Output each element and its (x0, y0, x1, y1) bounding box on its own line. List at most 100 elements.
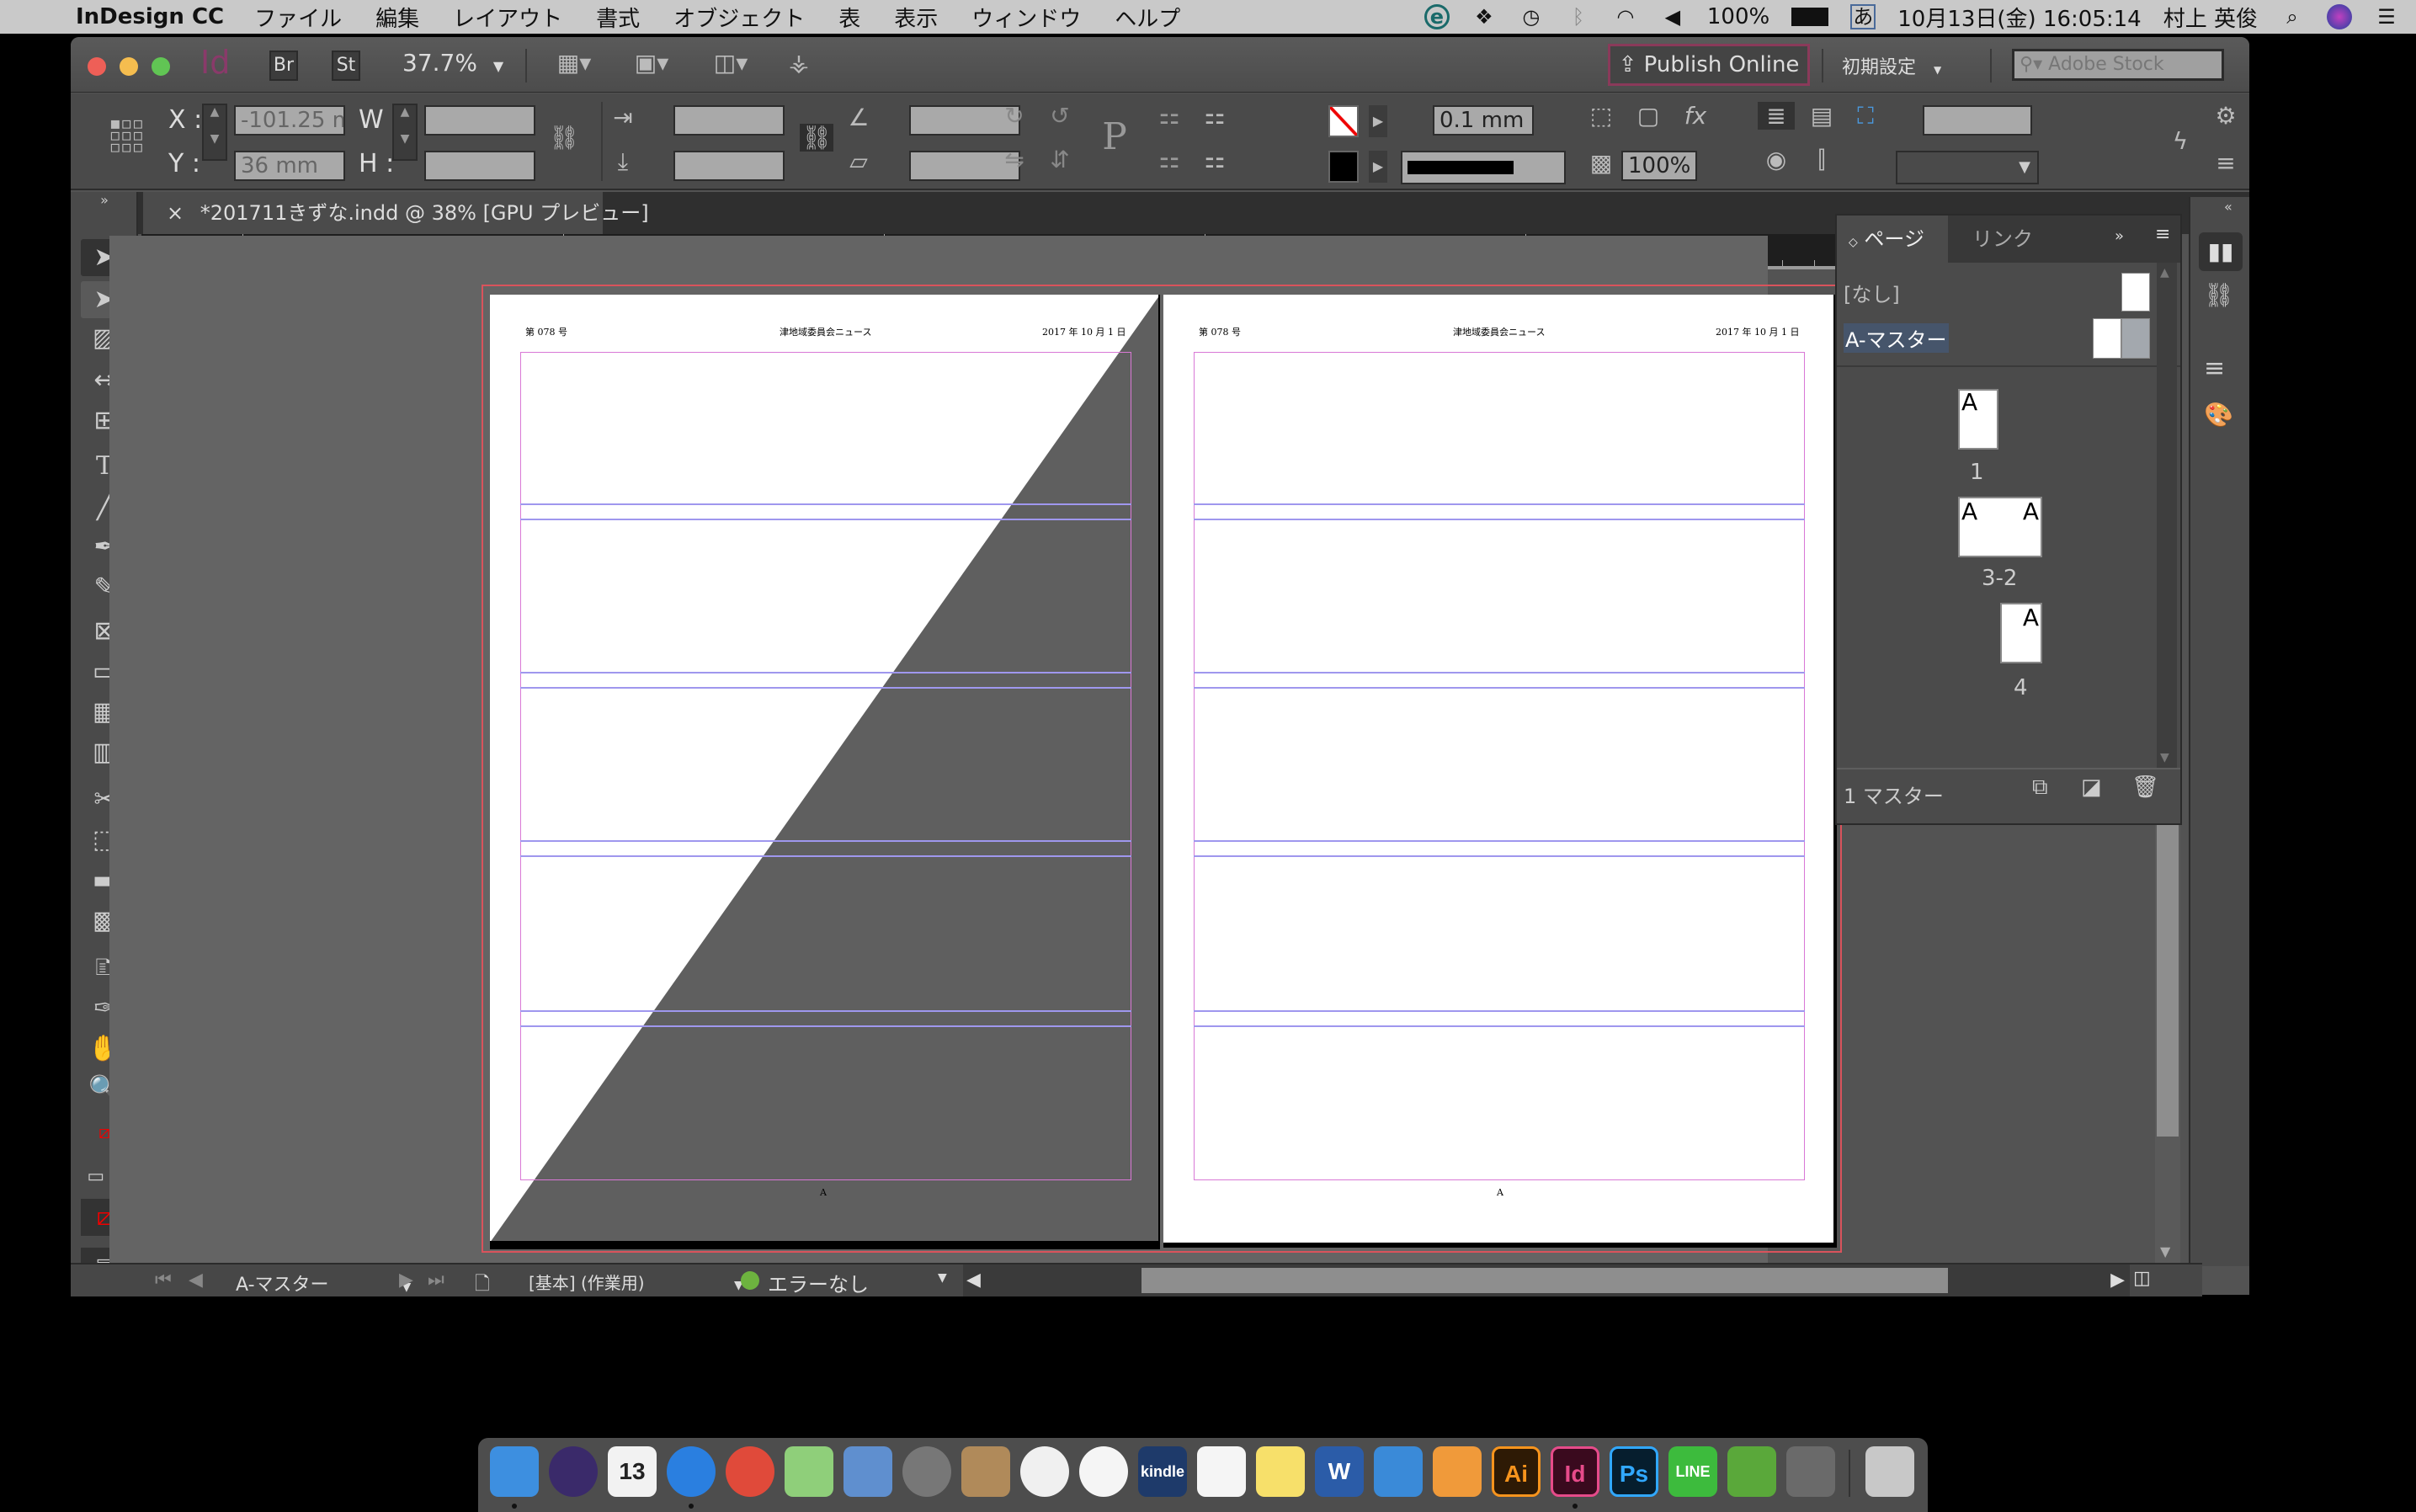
select-container-icon[interactable]: ⚏ (1148, 102, 1190, 130)
w-stepper[interactable]: ▲ ▼ (392, 104, 418, 161)
trash-dock-icon[interactable] (1865, 1446, 1914, 1497)
master-item-a[interactable]: A-マスター (1844, 315, 2155, 362)
preflight-errors[interactable]: エラーなし (768, 1268, 869, 1297)
tab-pages[interactable]: ◇ ページ (1837, 216, 1948, 263)
next-page-button[interactable]: ▶ (399, 1270, 413, 1291)
settings-gear-icon[interactable]: ⚙ (2209, 102, 2243, 130)
panel-menu-icon[interactable]: ≡ (2155, 224, 2170, 245)
select-previous-icon[interactable]: ⚏ (1194, 102, 1236, 130)
panel-menu-icon[interactable]: ≡ (2209, 149, 2243, 177)
scroll-thumb[interactable] (1141, 1268, 1948, 1293)
menu-type[interactable]: 書式 (596, 2, 640, 33)
mail-dock-icon[interactable] (843, 1446, 892, 1497)
effects-icon[interactable]: fx (1677, 102, 1714, 130)
preflight-menu-icon[interactable]: ▼ (938, 1271, 947, 1285)
wifi-icon[interactable]: ◠ (1613, 4, 1638, 29)
illustrator-dock-icon[interactable]: Ai (1492, 1446, 1541, 1497)
rotate-ccw-icon[interactable]: ↺ (1039, 102, 1081, 130)
scroll-down-arrow[interactable]: ▼ (2160, 751, 2169, 764)
open-document-page-icon[interactable]: 🗋 (475, 1270, 490, 1302)
menu-window[interactable]: ウィンドウ (971, 2, 1081, 33)
menu-table[interactable]: 表 (838, 2, 860, 33)
scroll-left-arrow[interactable]: ◀ (966, 1270, 981, 1291)
maps-dock-icon[interactable] (785, 1446, 833, 1497)
style-dropdown[interactable]: ▼ (1896, 151, 2039, 184)
eset-icon[interactable]: e (1424, 4, 1450, 29)
fill-swatch[interactable] (1328, 105, 1359, 137)
delete-page-icon[interactable]: 🗑 (2131, 775, 2159, 800)
quick-apply-icon[interactable]: ϟ (2163, 127, 2197, 155)
master-item-none[interactable]: [なし] (1844, 269, 2155, 315)
input-method-icon[interactable]: あ (1850, 4, 1876, 29)
first-page-button[interactable]: ⏮ (155, 1270, 172, 1291)
horizontal-scrollbar[interactable]: ◀ ▶ (963, 1264, 2130, 1296)
split-window-icon[interactable]: ◫ (2133, 1268, 2151, 1289)
expand-panels-icon[interactable]: « (2224, 199, 2232, 215)
select-next-icon[interactable]: ⚏ (1194, 146, 1236, 173)
line-dock-icon[interactable]: LINE (1668, 1446, 1717, 1497)
siri-dock-icon[interactable] (549, 1446, 598, 1497)
left-page[interactable]: 第 078 号 津地域委員会ニュース 2017 年 10 月 1 日 A (490, 295, 1160, 1243)
select-content-icon[interactable]: ⚏ (1148, 146, 1190, 173)
indesign-dock-icon[interactable]: Id (1551, 1446, 1599, 1497)
workspace-dropdown[interactable]: 初期設定 ▼ (1842, 52, 1941, 79)
page-thumb-3-2[interactable]: A A (1958, 497, 2042, 557)
link-scale-icon[interactable]: ⛓ (800, 124, 833, 152)
flip-vertical-icon[interactable]: ⇵ (1039, 146, 1081, 173)
page-thumb-1[interactable]: A (1958, 389, 1998, 450)
right-page[interactable]: 第 078 号 津地域委員会ニュース 2017 年 10 月 1 日 A (1163, 295, 1833, 1243)
menu-layout[interactable]: レイアウト (453, 2, 562, 33)
frame-fitting-icon[interactable]: ⛶ (1847, 102, 1884, 130)
scroll-up-arrow[interactable]: ▲ (2160, 266, 2169, 280)
drop-shadow-icon[interactable]: ⬚ (1583, 102, 1620, 130)
finder-dock-icon[interactable] (490, 1446, 539, 1497)
page-selector[interactable]: A-マスター ▼ (236, 1270, 411, 1296)
itunes-dock-icon[interactable] (1020, 1446, 1069, 1497)
close-tab-icon[interactable]: × (167, 201, 184, 225)
text-wrap-none-icon[interactable]: ≣ (1758, 102, 1795, 130)
fill-menu-arrow[interactable]: ▶ (1369, 105, 1387, 137)
keynote-dock-icon[interactable] (1374, 1446, 1423, 1497)
text-wrap-bounding-icon[interactable]: ▤ (1803, 102, 1840, 130)
frame-fitting-field[interactable] (1923, 105, 2032, 136)
photoshop-dock-icon[interactable]: Ps (1610, 1446, 1658, 1497)
publish-online-button[interactable]: ⇪ Publish Online (1608, 44, 1810, 86)
app-menu[interactable]: InDesign CC (76, 4, 224, 29)
stroke-weight-field[interactable]: 0.1 mm (1433, 105, 1534, 136)
siri-icon[interactable] (2327, 4, 2352, 29)
launchpad-dock-icon[interactable] (902, 1446, 951, 1497)
menu-view[interactable]: 表示 (894, 2, 938, 33)
expand-tools-icon[interactable]: » (81, 192, 128, 209)
screen-mode-icon[interactable]: ▣▾ (626, 49, 677, 77)
reminders-dock-icon[interactable] (1197, 1446, 1246, 1497)
view-options-icon[interactable]: ▦▾ (549, 49, 599, 77)
time-machine-icon[interactable]: ◷ (1519, 4, 1544, 29)
menu-object[interactable]: オブジェクト (673, 2, 805, 33)
rotate-cw-icon[interactable]: ↻ (993, 102, 1035, 130)
tab-links[interactable]: リンク (1955, 216, 2051, 263)
zoom-window-button[interactable] (152, 57, 170, 76)
menu-edit[interactable]: 編集 (375, 2, 419, 33)
create-new-page-icon[interactable]: ◪ (2081, 775, 2102, 800)
stroke-panel-icon[interactable]: ≡ (2204, 354, 2225, 383)
pages-panel-icon[interactable]: ▮▮ (2199, 232, 2243, 271)
scale-x-field[interactable] (673, 105, 785, 136)
bluetooth-icon[interactable]: ᛒ (1566, 4, 1591, 29)
chrome-dock-icon[interactable] (726, 1446, 774, 1497)
minimize-window-button[interactable] (120, 57, 138, 76)
user-name[interactable]: 村上 英俊 (2163, 2, 2258, 33)
clock[interactable]: 10月13日(金) 16:05:14 (1897, 2, 2142, 33)
stroke-swatch[interactable] (1328, 151, 1359, 183)
photos-dock-icon[interactable] (1079, 1446, 1128, 1497)
kindle-dock-icon[interactable]: kindle (1138, 1446, 1187, 1497)
evernote-dock-icon[interactable] (1727, 1446, 1776, 1497)
x-stepper[interactable]: ▲ ▼ (202, 104, 227, 161)
shadow-icon[interactable]: ▢ (1630, 102, 1667, 130)
scroll-down-arrow[interactable]: ▼ (2160, 1243, 2170, 1259)
system-preferences-dock-icon[interactable] (1786, 1446, 1835, 1497)
panel-scrollbar[interactable]: ▲ ▼ (2157, 263, 2177, 768)
document-vertical-scrollbar[interactable]: ▼ (2155, 825, 2180, 1263)
stock-button[interactable]: St (332, 51, 360, 81)
spotlight-icon[interactable]: ⌕ (2280, 4, 2305, 29)
constrain-proportions-icon[interactable]: ⛓ (547, 124, 581, 152)
